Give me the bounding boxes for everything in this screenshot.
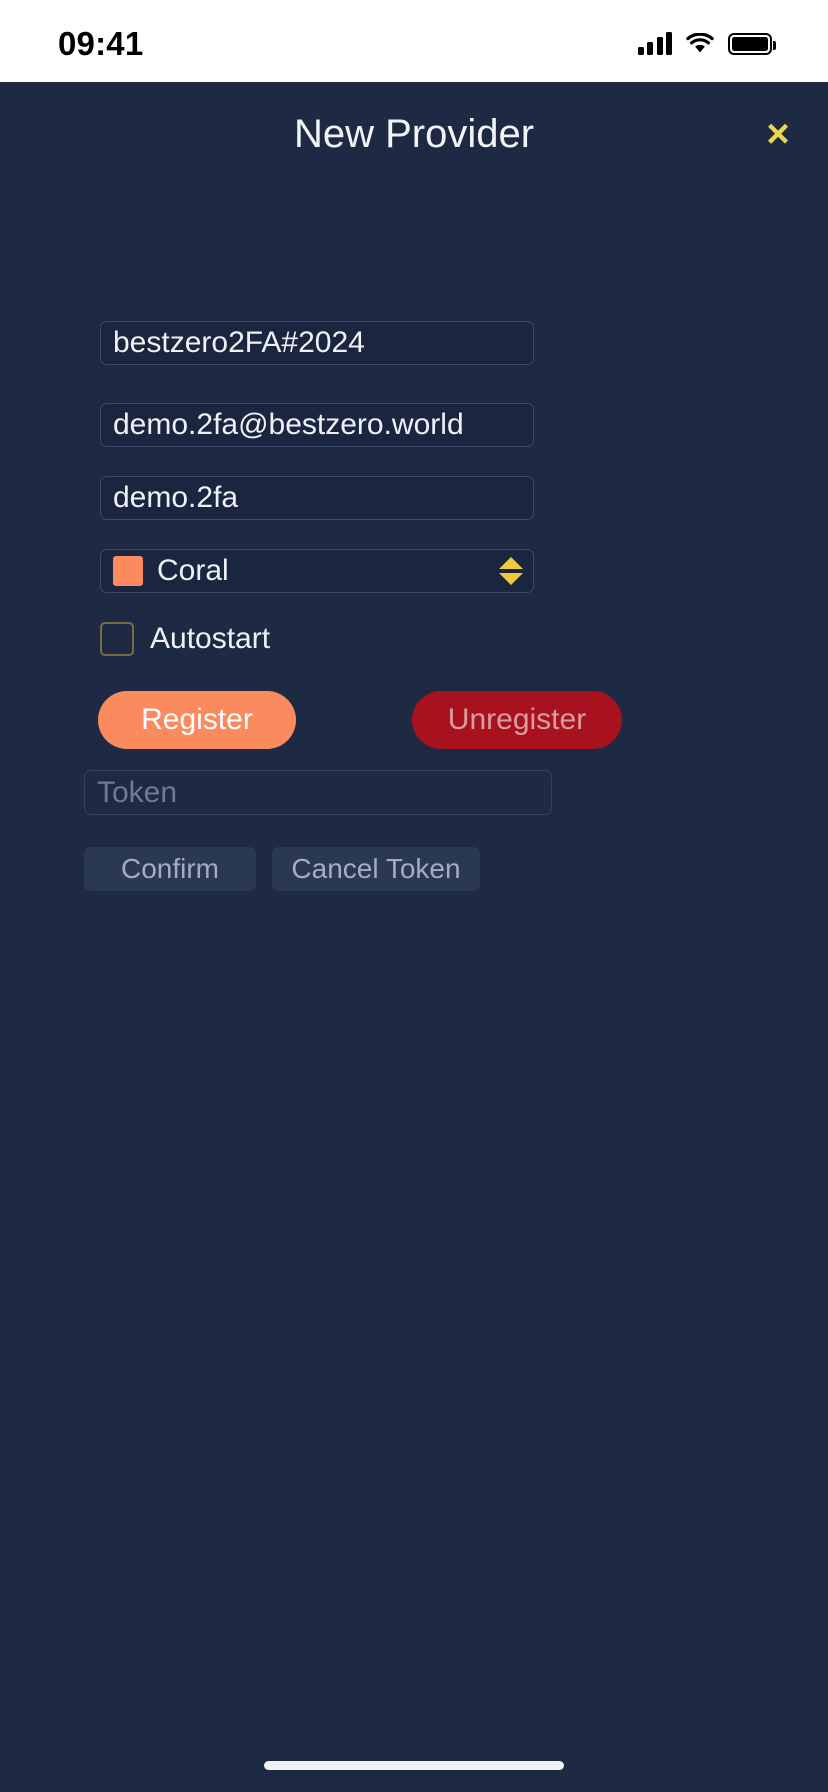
page-title: New Provider: [293, 112, 535, 156]
unregister-button[interactable]: Unregister: [412, 691, 622, 749]
token-input[interactable]: Token: [84, 770, 552, 815]
close-icon[interactable]: ×: [750, 106, 806, 162]
autostart-row[interactable]: Autostart: [100, 622, 270, 656]
provider-color-select[interactable]: Coral: [100, 549, 534, 593]
home-indicator: [264, 1761, 564, 1770]
dialog-header: New Provider ×: [0, 82, 828, 186]
app-screen: 09:41 New Provider × bestzero2FA#2024 de…: [0, 0, 828, 1792]
cancel-token-button[interactable]: Cancel Token: [272, 847, 480, 891]
stepper-up-down-icon[interactable]: [499, 557, 523, 585]
color-swatch-icon: [113, 556, 143, 586]
cellular-bars-icon: [637, 32, 672, 55]
stepper-up-icon[interactable]: [499, 557, 523, 569]
stepper-down-icon[interactable]: [499, 573, 523, 585]
status-bar-clock: 09:41: [58, 25, 144, 62]
battery-icon: [728, 33, 776, 55]
color-select-label: Coral: [157, 554, 229, 587]
provider-name-input[interactable]: bestzero2FA#2024: [100, 321, 534, 365]
provider-email-input[interactable]: demo.2fa@bestzero.world: [100, 403, 534, 447]
provider-username-input[interactable]: demo.2fa: [100, 476, 534, 520]
register-button[interactable]: Register: [98, 691, 296, 749]
confirm-button[interactable]: Confirm: [84, 847, 256, 891]
status-bar: 09:41: [0, 0, 828, 82]
autostart-label: Autostart: [150, 622, 271, 655]
status-bar-icons: [637, 32, 776, 55]
wifi-icon: [686, 32, 714, 55]
color-select-value: Coral: [113, 554, 229, 588]
autostart-checkbox[interactable]: [100, 622, 134, 656]
